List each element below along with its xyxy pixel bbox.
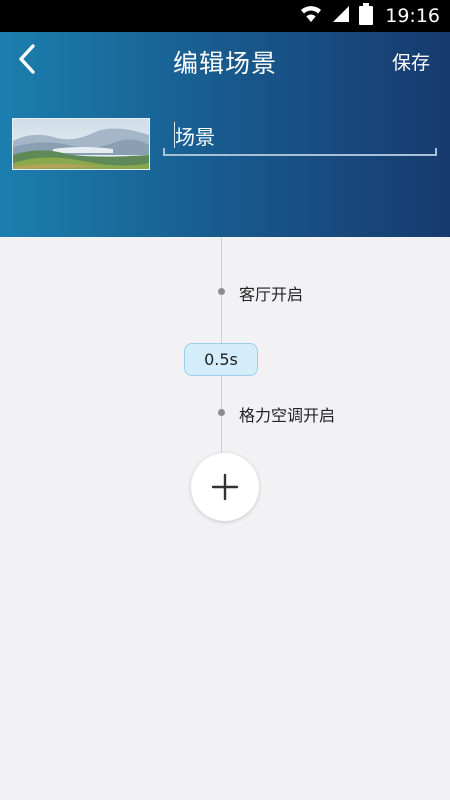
mountain-landscape-image xyxy=(13,119,149,169)
timeline-step-label[interactable]: 客厅开启 xyxy=(239,281,303,305)
wifi-icon xyxy=(299,4,323,28)
battery-icon xyxy=(359,3,374,29)
delay-badge[interactable]: 0.5s xyxy=(184,343,258,376)
nav-bar: 编辑场景 保存 xyxy=(0,32,450,88)
status-icons: 19:16 xyxy=(299,0,440,32)
scene-name-underline xyxy=(163,148,437,156)
plus-icon xyxy=(211,473,239,501)
scene-thumbnail[interactable] xyxy=(12,118,150,170)
add-action-button[interactable] xyxy=(191,453,259,521)
timeline-dot xyxy=(218,409,225,416)
text-caret xyxy=(174,122,175,148)
timeline-step-label[interactable]: 格力空调开启 xyxy=(239,402,335,426)
status-bar: 19:16 xyxy=(0,0,450,32)
status-time: 19:16 xyxy=(385,5,440,27)
page-title: 编辑场景 xyxy=(172,49,277,78)
save-button[interactable]: 保存 xyxy=(392,48,430,75)
scene-name-field[interactable] xyxy=(163,116,437,156)
scene-header: 编辑场景 保存 xyxy=(0,32,450,237)
timeline-dot xyxy=(218,288,225,295)
signal-icon xyxy=(331,4,351,28)
